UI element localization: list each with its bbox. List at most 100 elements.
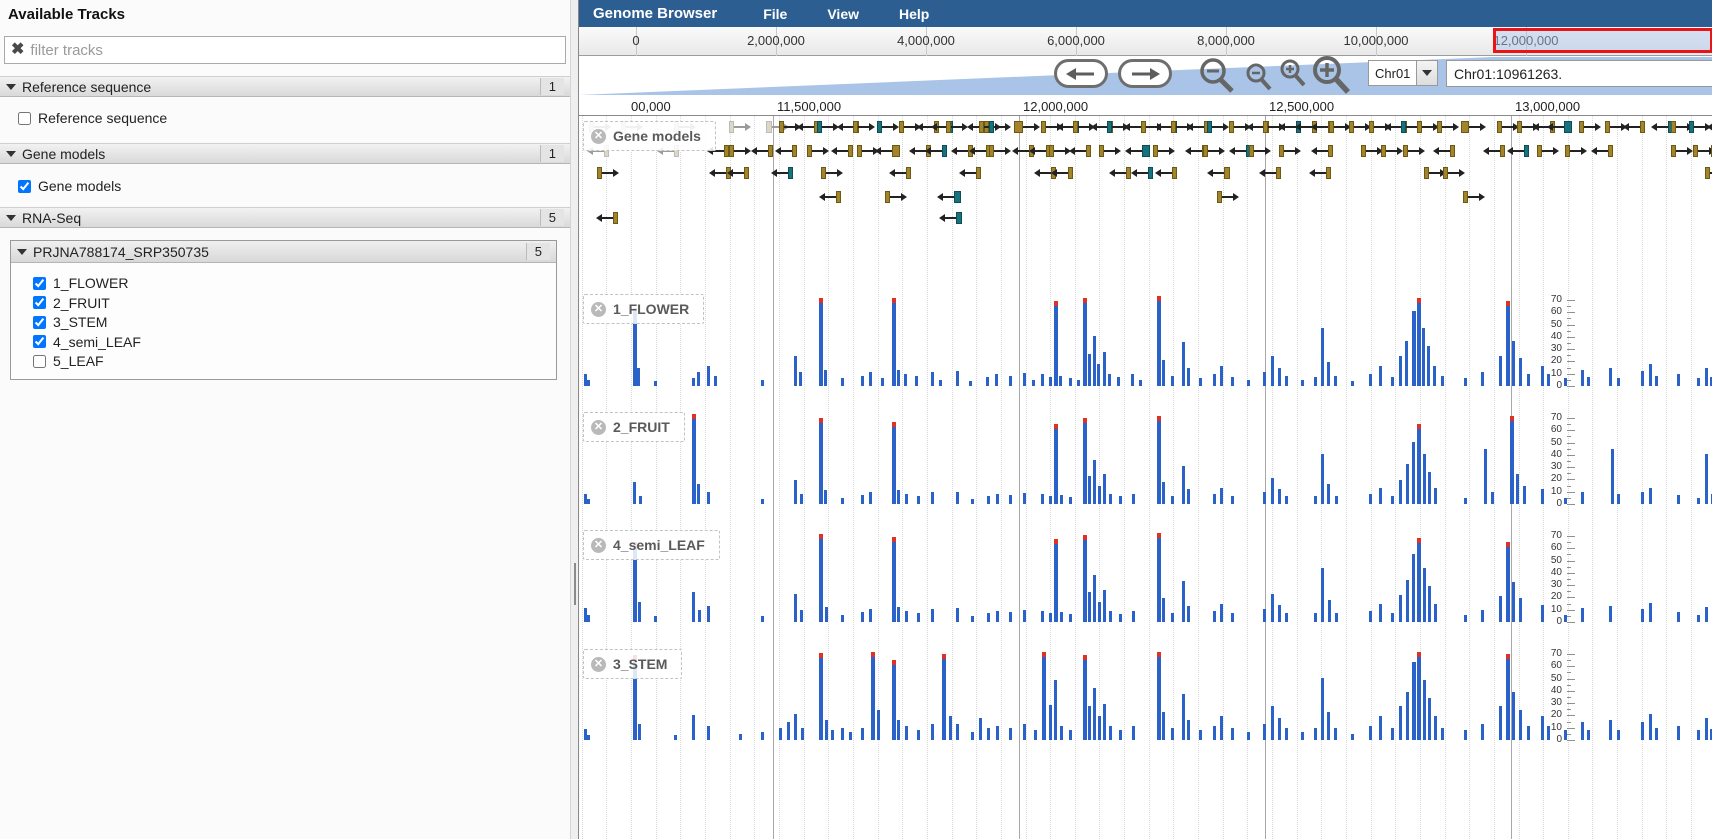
menu-help[interactable]: Help <box>879 6 949 22</box>
gene-feature-glyph[interactable] <box>1069 144 1091 157</box>
gene-feature-glyph[interactable] <box>597 166 619 179</box>
gene-feature-glyph[interactable] <box>1131 166 1153 179</box>
gene-feature-glyph[interactable] <box>939 211 962 224</box>
gene-feature-glyph[interactable] <box>1671 144 1693 157</box>
gene-feature-glyph[interactable] <box>819 190 841 203</box>
clear-filter-icon[interactable]: ✖ <box>11 42 24 58</box>
gene-feature-glyph[interactable] <box>1361 144 1383 157</box>
location-input[interactable]: Chr01:10961263. <box>1446 60 1712 87</box>
detail-ruler[interactable]: 00,00011,500,00012,000,00012,500,00013,0… <box>579 96 1712 116</box>
track-checkbox-5_leaf[interactable]: 5_LEAF <box>33 353 104 369</box>
gene-feature-glyph[interactable] <box>807 144 829 157</box>
gene-feature-glyph[interactable] <box>1591 144 1613 157</box>
track-label-gene-models[interactable]: ✕Gene models <box>583 121 716 151</box>
overview-highlight-region[interactable] <box>1493 28 1712 53</box>
zoom-out-small-button[interactable] <box>1245 63 1273 93</box>
gene-feature-glyph[interactable] <box>1029 144 1051 157</box>
close-track-icon[interactable]: ✕ <box>591 129 606 144</box>
gene-feature-glyph[interactable] <box>1207 120 1229 133</box>
gene-feature-glyph[interactable] <box>1329 120 1351 133</box>
4_semi_leaf-checkbox[interactable] <box>33 335 46 348</box>
3_stem-checkbox[interactable] <box>33 316 46 329</box>
gene-feature-glyph[interactable] <box>1349 120 1371 133</box>
splitter-drag-handle[interactable] <box>574 563 576 605</box>
track-label-4_semi_leaf[interactable]: ✕4_semi_LEAF <box>583 530 720 560</box>
gene-feature-glyph[interactable] <box>751 144 773 157</box>
menu-file[interactable]: File <box>743 6 807 22</box>
gene-feature-glyph[interactable] <box>1153 144 1175 157</box>
group-header-prjna788174[interactable]: PRJNA788174_SRP350735 5 <box>11 241 556 263</box>
gene-feature-glyph[interactable] <box>989 120 1011 133</box>
track-checkbox-4_semi_leaf[interactable]: 4_semi_LEAF <box>33 334 141 350</box>
zoom-out-large-button[interactable] <box>1197 56 1237 96</box>
gene-feature-glyph[interactable] <box>1433 144 1455 157</box>
gene-feature-glyph[interactable] <box>1217 190 1239 203</box>
track-checkbox-1_flower[interactable]: 1_FLOWER <box>33 275 128 291</box>
gene-feature-glyph[interactable] <box>1109 166 1131 179</box>
gene-feature-glyph[interactable] <box>1565 144 1587 157</box>
gene-feature-glyph[interactable] <box>1417 120 1439 133</box>
gene-feature-glyph[interactable] <box>875 144 900 157</box>
gene-feature-glyph[interactable] <box>729 144 751 157</box>
gene-feature-glyph[interactable] <box>596 211 618 224</box>
gene-feature-glyph[interactable] <box>1651 120 1673 133</box>
gene-feature-glyph[interactable] <box>1203 144 1225 157</box>
5_leaf-checkbox[interactable] <box>33 355 46 368</box>
gene-feature-glyph[interactable] <box>1259 166 1281 179</box>
gene-feature-glyph[interactable] <box>877 120 899 133</box>
gene-feature-glyph[interactable] <box>1279 144 1301 157</box>
track-label-1_flower[interactable]: ✕1_FLOWER <box>583 294 704 324</box>
gene-feature-glyph[interactable] <box>885 190 907 203</box>
close-track-icon[interactable]: ✕ <box>591 538 606 553</box>
track-label-3_stem[interactable]: ✕3_STEM <box>583 649 682 679</box>
pan-right-button[interactable] <box>1118 59 1172 88</box>
1_flower-checkbox[interactable] <box>33 277 46 290</box>
2_fruit-checkbox[interactable] <box>33 296 46 309</box>
gene-feature-glyph[interactable] <box>1463 190 1485 203</box>
gene-feature-glyph[interactable] <box>1155 166 1177 179</box>
panel-splitter[interactable] <box>570 0 578 839</box>
gene-feature-glyph[interactable] <box>1403 144 1425 157</box>
gene-feature-glyph[interactable] <box>1497 120 1519 133</box>
gene-feature-glyph[interactable] <box>853 120 875 133</box>
gene-feature-glyph[interactable] <box>1125 144 1150 157</box>
track-area[interactable]: 0102030405060700102030405060700102030405… <box>579 116 1712 839</box>
gene-feature-glyph[interactable] <box>889 166 911 179</box>
gene-feature-glyph[interactable] <box>1707 120 1712 133</box>
gene-feature-glyph[interactable] <box>1187 120 1209 133</box>
chromosome-select[interactable]: Chr01 <box>1368 60 1438 86</box>
section-header-rna-seq[interactable]: RNA-Seq 5 <box>0 207 570 228</box>
gene-feature-glyph[interactable] <box>1547 120 1572 133</box>
gene-feature-glyph[interactable] <box>946 120 968 133</box>
gene-feature-glyph[interactable] <box>1623 120 1645 133</box>
gene-feature-glyph[interactable] <box>1249 144 1271 157</box>
gene-feature-glyph[interactable] <box>1381 144 1403 157</box>
track-checkbox-gene-models[interactable]: Gene models <box>18 178 121 194</box>
gene-models-checkbox[interactable] <box>18 180 31 193</box>
gene-feature-glyph[interactable] <box>771 166 793 179</box>
close-track-icon[interactable]: ✕ <box>591 420 606 435</box>
gene-feature-glyph[interactable] <box>775 144 797 157</box>
gene-feature-glyph[interactable] <box>1309 166 1331 179</box>
gene-feature-glyph[interactable] <box>1014 120 1040 133</box>
gene-feature-glyph[interactable] <box>1693 144 1712 157</box>
gene-feature-glyph[interactable] <box>729 120 751 133</box>
menu-view[interactable]: View <box>807 6 879 22</box>
gene-feature-glyph[interactable] <box>1579 120 1601 133</box>
track-checkbox-2_fruit[interactable]: 2_FRUIT <box>33 295 110 311</box>
gene-feature-glyph[interactable] <box>989 144 1011 157</box>
close-track-icon[interactable]: ✕ <box>591 302 606 317</box>
gene-feature-glyph[interactable] <box>817 120 839 133</box>
gene-feature-glyph[interactable] <box>797 120 819 133</box>
gene-feature-glyph[interactable] <box>959 166 981 179</box>
zoom-in-large-button[interactable] <box>1309 54 1353 96</box>
gene-feature-glyph[interactable] <box>1099 144 1121 157</box>
pan-left-button[interactable] <box>1054 59 1108 88</box>
filter-tracks-box[interactable]: ✖ <box>4 36 566 64</box>
gene-feature-glyph[interactable] <box>1537 144 1559 157</box>
track-checkbox-3_stem[interactable]: 3_STEM <box>33 314 107 330</box>
gene-feature-glyph[interactable] <box>1507 144 1529 157</box>
gene-feature-glyph[interactable] <box>1461 120 1486 133</box>
gene-feature-glyph[interactable] <box>821 166 843 179</box>
overview-ruler[interactable]: 02,000,0004,000,0006,000,0008,000,00010,… <box>579 27 1712 56</box>
